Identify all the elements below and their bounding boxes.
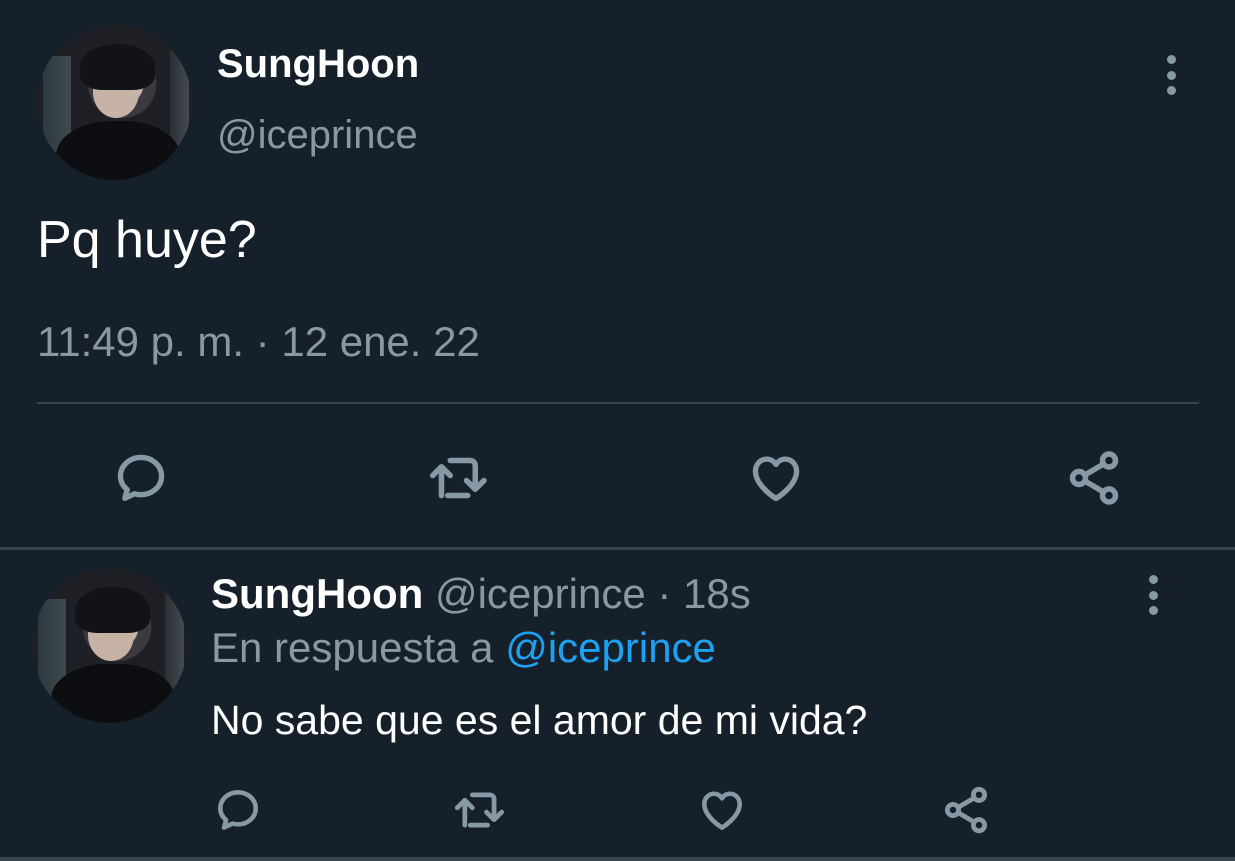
reply-header: SungHoon @iceprince · 18s — [211, 570, 751, 618]
avatar-figure — [55, 121, 180, 180]
reply-to-handle-link[interactable]: @iceprince — [505, 624, 716, 671]
reply-icon — [218, 790, 258, 830]
reply-author-name[interactable]: SungHoon — [211, 570, 423, 617]
divider — [0, 857, 1235, 861]
more-options-icon — [1148, 590, 1158, 600]
like-button[interactable] — [745, 445, 807, 511]
author-name[interactable]: SungHoon — [217, 42, 419, 87]
share-icon — [1069, 451, 1119, 505]
avatar-figure — [75, 586, 150, 634]
reply-retweet-button[interactable] — [450, 784, 510, 836]
reply-author-handle[interactable]: @iceprince — [435, 570, 646, 617]
reply-icon — [117, 454, 165, 501]
more-options-icon — [1166, 86, 1176, 95]
more-options-icon — [1148, 575, 1158, 584]
avatar[interactable] — [37, 25, 192, 180]
heart-icon — [752, 456, 800, 502]
more-options-button[interactable] — [1161, 55, 1181, 95]
share-icon — [944, 786, 988, 834]
divider — [37, 402, 1199, 404]
reply-like-button[interactable] — [695, 784, 749, 836]
divider — [0, 547, 1235, 550]
retweet-icon — [430, 457, 487, 499]
reply-age[interactable]: 18s — [683, 570, 751, 617]
reply-context: En respuesta a @iceprince — [211, 624, 716, 672]
heart-icon — [702, 791, 742, 830]
more-options-icon — [1166, 55, 1176, 64]
avatar-figure — [80, 43, 155, 91]
reply-avatar[interactable] — [32, 568, 187, 723]
share-button[interactable] — [1062, 445, 1126, 511]
more-options-icon — [1148, 606, 1158, 615]
reply-button[interactable] — [108, 445, 174, 511]
author-handle[interactable]: @iceprince — [217, 113, 418, 158]
reply-to-prefix: En respuesta a — [211, 624, 494, 671]
main-tweet: SungHoon @iceprince Pq huye? 11:49 p. m.… — [0, 0, 1235, 548]
reply-separator: · — [657, 570, 672, 617]
reply-more-options-button[interactable] — [1143, 575, 1163, 615]
retweet-icon — [454, 792, 505, 828]
more-options-icon — [1166, 70, 1176, 80]
reply-tweet-text: No sabe que es el amor de mi vida? — [211, 697, 868, 743]
reply-share-button[interactable] — [938, 784, 994, 836]
reply-reply-button[interactable] — [212, 784, 264, 836]
tweet-thread: SungHoon @iceprince Pq huye? 11:49 p. m.… — [0, 0, 1235, 861]
avatar-figure — [50, 664, 175, 723]
retweet-button[interactable] — [424, 445, 494, 511]
tweet-timestamp[interactable]: 11:49 p. m. · 12 ene. 22 — [37, 318, 480, 366]
tweet-text: Pq huye? — [37, 211, 257, 269]
